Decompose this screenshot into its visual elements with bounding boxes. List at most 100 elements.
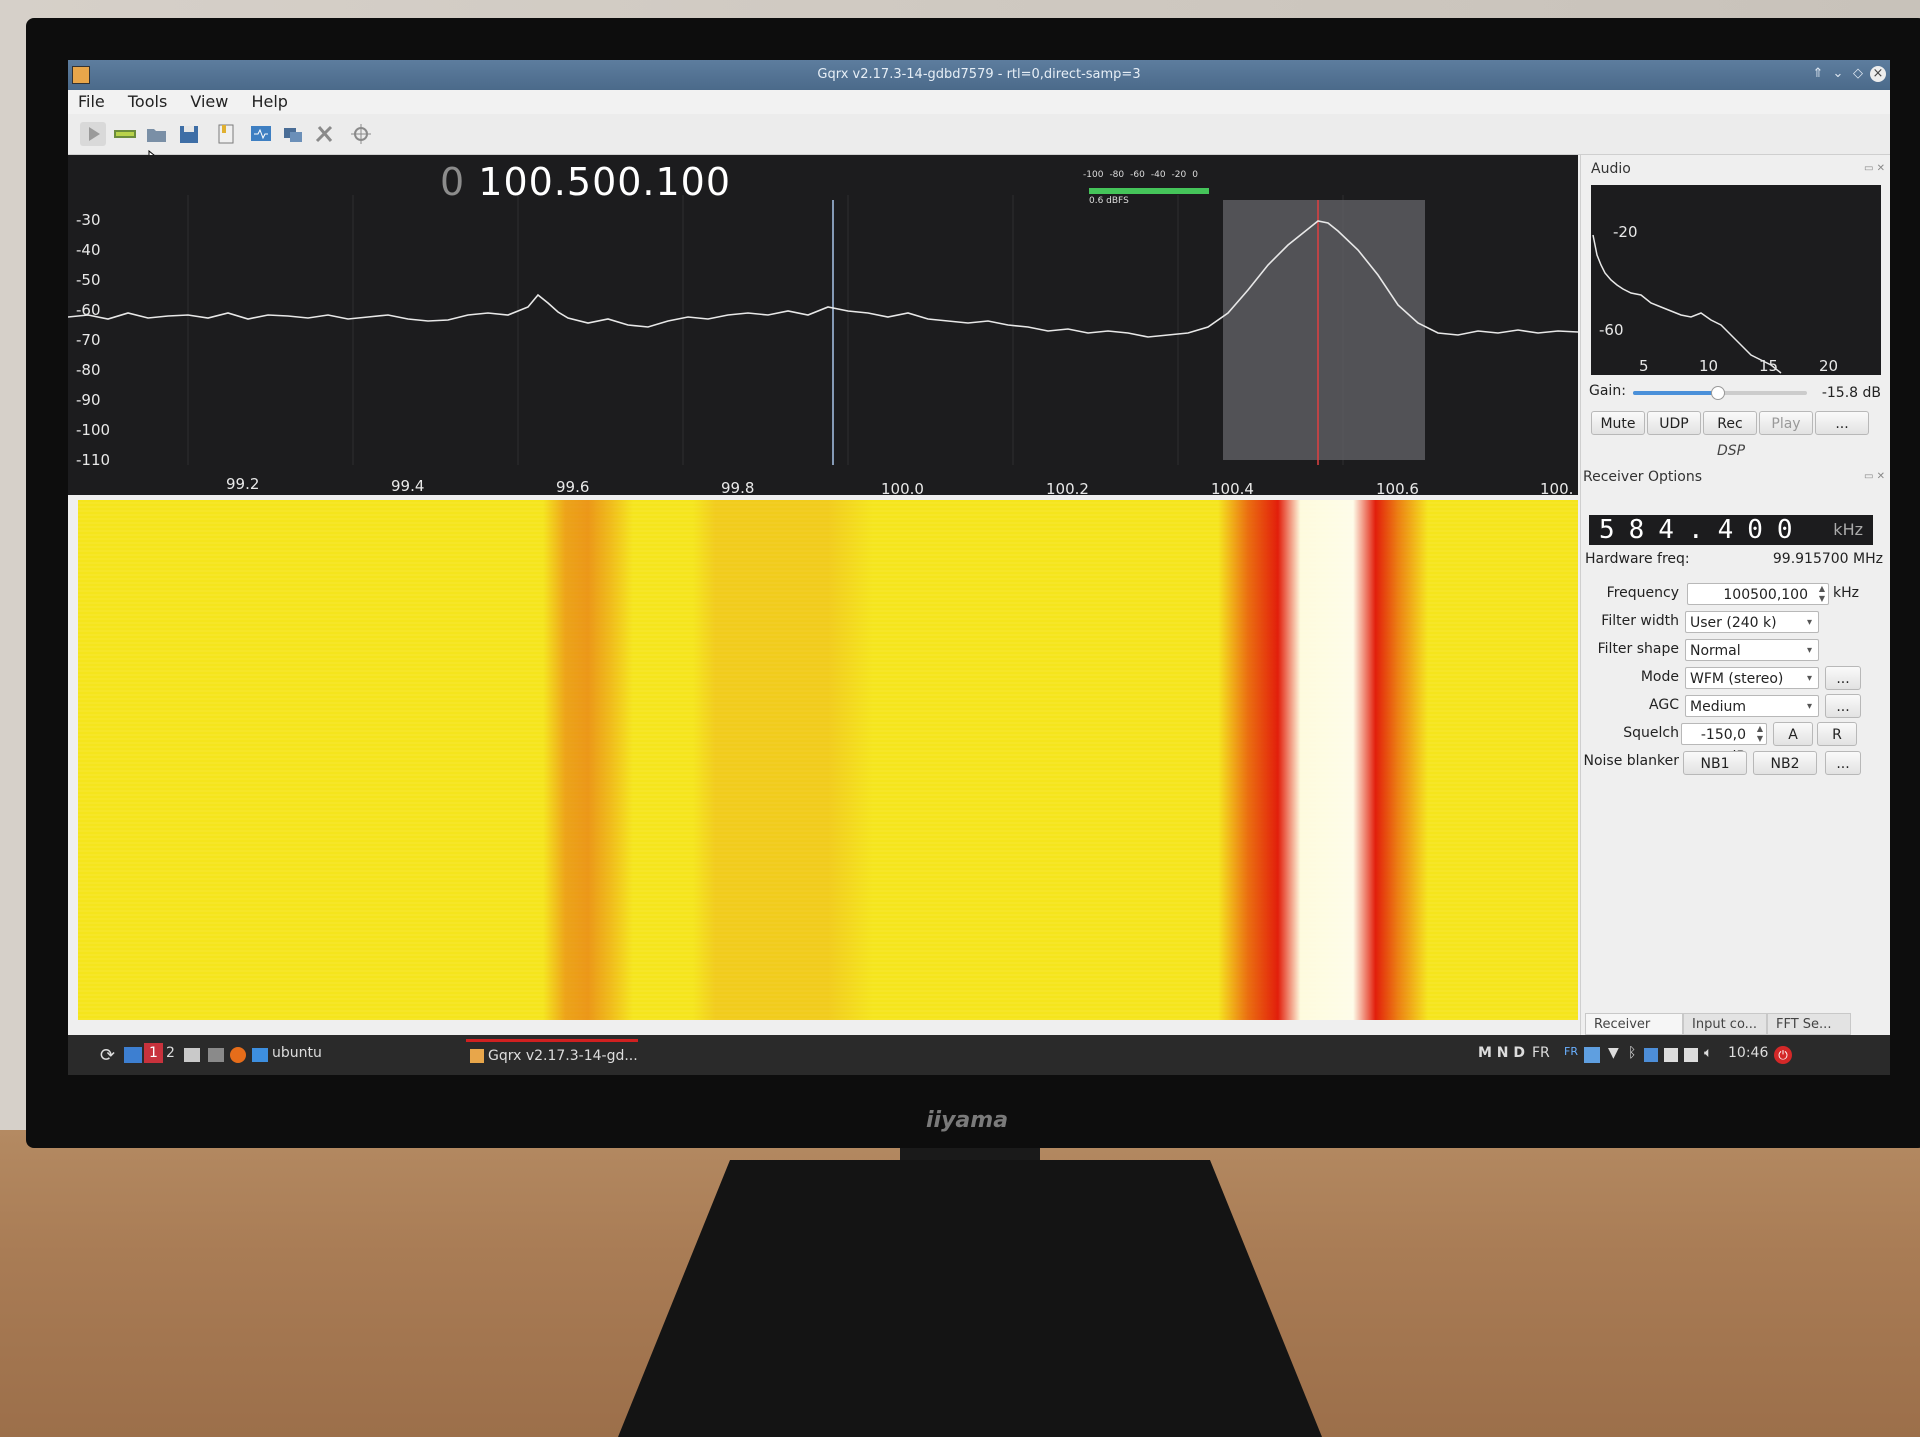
- audio-more-button[interactable]: ...: [1815, 411, 1869, 435]
- maximize-icon[interactable]: ◇: [1850, 66, 1866, 82]
- frequency-unit: kHz: [1833, 585, 1859, 601]
- firefox-icon[interactable]: [230, 1047, 246, 1063]
- filter-width-select[interactable]: User (240 k) ▾: [1685, 611, 1819, 633]
- offset-frequency-display[interactable]: 584.400 kHz: [1589, 515, 1873, 545]
- minimize-icon[interactable]: ⌄: [1830, 66, 1846, 82]
- mute-button[interactable]: Mute: [1591, 411, 1645, 435]
- center-icon[interactable]: [348, 122, 374, 146]
- gain-slider-handle[interactable]: [1710, 386, 1725, 400]
- workspace-1-button[interactable]: 1: [144, 1043, 163, 1063]
- tray-clipboard-icon[interactable]: [1664, 1048, 1678, 1062]
- spin-arrows-icon[interactable]: ▲ ▼: [1757, 724, 1763, 744]
- spectrum-plotter[interactable]: -30 -40 -50 -60 -70 -80 -90 -100 -110 99…: [68, 155, 1579, 498]
- tab-receiver-options[interactable]: Receiver O...: [1585, 1013, 1683, 1054]
- mode-value: WFM (stereo): [1690, 671, 1784, 687]
- freq-tick: 100.4: [1211, 480, 1254, 495]
- close-icon[interactable]: ×: [1870, 66, 1886, 82]
- nb1-button[interactable]: NB1: [1683, 751, 1747, 775]
- udp-button[interactable]: UDP: [1647, 411, 1701, 435]
- filter-passband[interactable]: [1223, 200, 1425, 460]
- db-tick: -80: [76, 361, 101, 379]
- gqrx-task-button[interactable]: Gqrx v2.17.3-14-gd...: [466, 1039, 638, 1071]
- folder-task-label[interactable]: ubuntu: [272, 1045, 322, 1061]
- config-icon[interactable]: [248, 122, 274, 146]
- freq-tick: 99.6: [556, 478, 589, 495]
- mode-select[interactable]: WFM (stereo) ▾: [1685, 667, 1819, 689]
- folder-icon[interactable]: [252, 1048, 268, 1062]
- tray-lang[interactable]: FR: [1532, 1045, 1550, 1061]
- mode-label: Mode: [1640, 669, 1679, 685]
- agc-select[interactable]: Medium ▾: [1685, 695, 1819, 717]
- tab-input-controls[interactable]: Input co...: [1683, 1013, 1767, 1035]
- rec-button[interactable]: Rec: [1703, 411, 1757, 435]
- frequency-readout-leading: 0: [440, 160, 466, 204]
- nb2-button[interactable]: NB2: [1753, 751, 1817, 775]
- tools-icon[interactable]: [312, 122, 338, 146]
- tray-clock[interactable]: 10:46: [1728, 1045, 1768, 1061]
- tray-battery-icon[interactable]: [1684, 1048, 1698, 1062]
- tray-lang-flag[interactable]: FR: [1564, 1045, 1578, 1058]
- frequency-readout[interactable]: 0 100.500.100: [440, 160, 731, 204]
- gain-slider[interactable]: [1633, 386, 1807, 400]
- frequency-input-value: 100500,100: [1723, 587, 1808, 603]
- menu-view[interactable]: View: [190, 92, 228, 111]
- nb-options-button[interactable]: ...: [1825, 751, 1861, 775]
- meter-tick: -60: [1130, 170, 1145, 180]
- squelch-auto-button[interactable]: A: [1773, 722, 1813, 746]
- gain-label: Gain:: [1589, 383, 1626, 399]
- save-icon[interactable]: [176, 122, 202, 146]
- app-menu-icon[interactable]: ⟳: [100, 1045, 115, 1066]
- menu-help[interactable]: Help: [251, 92, 287, 111]
- right-dock: Audio ▭ ✕ -20 -60 5 10 15 20 Gain: -15.8…: [1580, 155, 1890, 1054]
- remote-icon[interactable]: [280, 122, 306, 146]
- meter-tick: -100: [1083, 170, 1104, 180]
- open-icon[interactable]: [144, 122, 170, 146]
- play-button[interactable]: Play: [1759, 411, 1813, 435]
- filter-width-label: Filter width: [1601, 613, 1679, 629]
- mode-options-button[interactable]: ...: [1825, 666, 1861, 690]
- spin-arrows-icon[interactable]: ▲ ▼: [1819, 584, 1825, 604]
- toolbar: [68, 114, 1890, 169]
- tray-shield-icon[interactable]: ▼: [1608, 1045, 1619, 1061]
- meter-tick: -80: [1109, 170, 1125, 180]
- frequency-input[interactable]: 100500,100 ▲ ▼: [1687, 583, 1829, 605]
- frequency-readout-value: 100.500.100: [478, 160, 732, 204]
- dock-float-close-icon[interactable]: ▭ ✕: [1864, 471, 1885, 482]
- spectrum-svg: -30 -40 -50 -60 -70 -80 -90 -100 -110 99…: [68, 195, 1579, 498]
- waterfall-display[interactable]: [78, 500, 1578, 1020]
- tray-app-icon[interactable]: [1644, 1048, 1658, 1062]
- workspace-2-button[interactable]: 2: [166, 1045, 175, 1061]
- meter-bar: [1089, 188, 1209, 194]
- hardware-icon[interactable]: [112, 122, 138, 146]
- receiver-panel-title: Receiver Options: [1583, 469, 1703, 485]
- app-icon: [72, 66, 90, 84]
- keep-above-icon[interactable]: ⇑: [1810, 66, 1826, 82]
- freq-tick: 100.2: [1046, 480, 1089, 495]
- agc-options-button[interactable]: ...: [1825, 694, 1861, 718]
- show-desktop-icon[interactable]: [124, 1047, 142, 1063]
- squelch-input[interactable]: -150,0 dB ▲▼: [1681, 723, 1767, 765]
- tab-fft-settings[interactable]: FFT Se...: [1767, 1013, 1851, 1035]
- freq-tick: 99.2: [226, 475, 259, 493]
- filter-shape-select[interactable]: Normal ▾: [1685, 639, 1819, 661]
- gqrx-task-label: Gqrx v2.17.3-14-gd...: [488, 1048, 638, 1064]
- terminal-icon[interactable]: [208, 1048, 224, 1062]
- agc-value: Medium: [1690, 699, 1746, 715]
- bookmark-icon[interactable]: [213, 122, 239, 146]
- meter-tick: 0: [1192, 170, 1198, 180]
- play-icon[interactable]: [80, 122, 106, 146]
- dock-float-close-icon[interactable]: ▭ ✕: [1864, 163, 1885, 174]
- power-icon[interactable]: ⏻: [1774, 1046, 1792, 1064]
- tray-network-icon[interactable]: [1584, 1047, 1600, 1063]
- menu-tools[interactable]: Tools: [128, 92, 167, 111]
- menu-file[interactable]: File: [78, 92, 105, 111]
- squelch-reset-button[interactable]: R: [1817, 722, 1857, 746]
- audio-y-tick: -60: [1599, 321, 1624, 339]
- db-tick: -30: [76, 211, 101, 229]
- files-icon[interactable]: [184, 1048, 200, 1062]
- chevron-down-icon: ▾: [1806, 645, 1812, 656]
- tray-volume-icon[interactable]: 🔈︎: [1704, 1045, 1712, 1061]
- freq-tick: 99.8: [721, 479, 754, 495]
- hardware-freq-label: Hardware freq:: [1585, 551, 1690, 567]
- tray-bluetooth-icon[interactable]: ᛒ: [1628, 1045, 1636, 1061]
